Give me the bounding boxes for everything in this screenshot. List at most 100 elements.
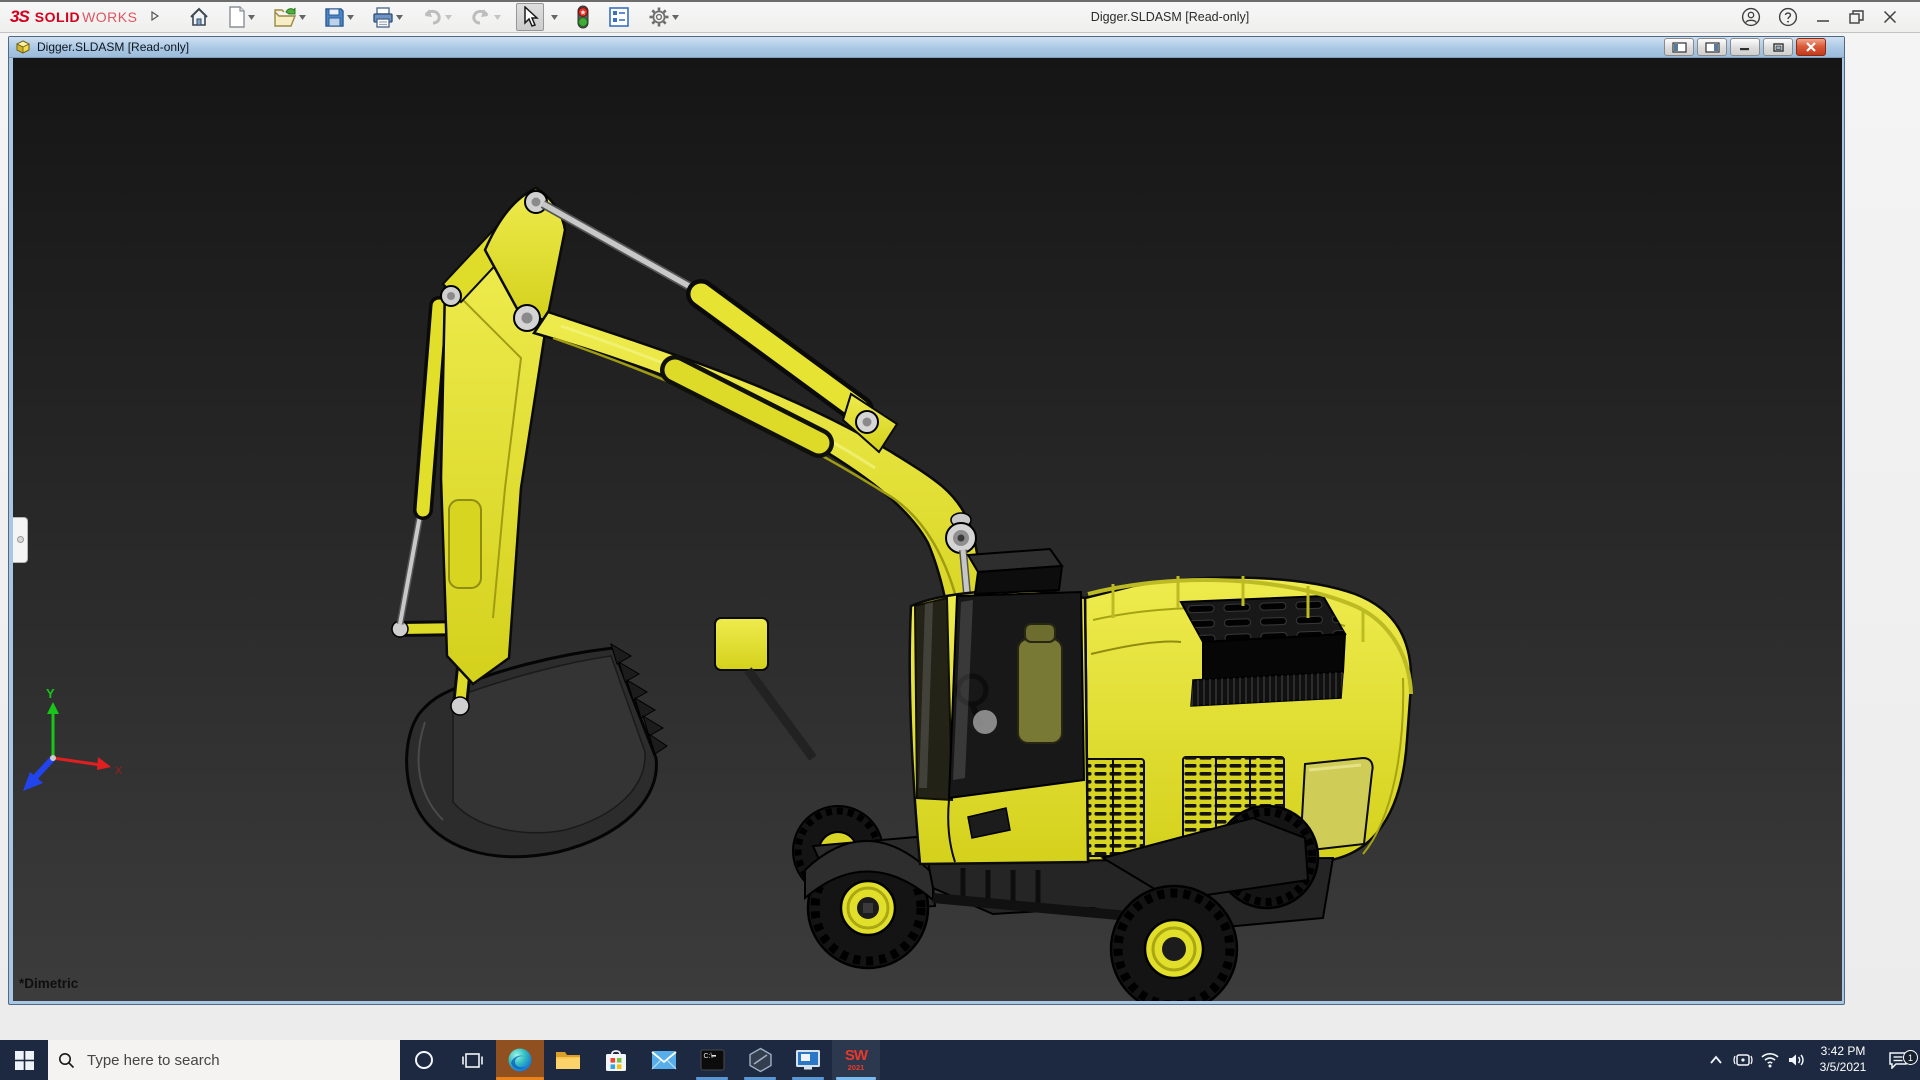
doc-close-button[interactable] bbox=[1796, 38, 1826, 56]
tray-volume-button[interactable] bbox=[1783, 1052, 1810, 1068]
print-icon bbox=[373, 6, 394, 28]
user-account-icon[interactable] bbox=[1741, 7, 1761, 27]
taskbar-app-solidworks[interactable]: SW 2021 bbox=[832, 1040, 880, 1080]
file-explorer-icon bbox=[556, 1052, 580, 1069]
operator-seat bbox=[1017, 638, 1063, 744]
print-button[interactable] bbox=[369, 3, 406, 31]
toolbar-flyout-arrow[interactable] bbox=[151, 10, 160, 24]
pane-right-button[interactable] bbox=[1697, 38, 1727, 56]
document-title: Digger.SLDASM [Read-only] bbox=[37, 40, 190, 54]
close-icon bbox=[1806, 42, 1816, 52]
view-orientation-label: *Dimetric bbox=[19, 976, 79, 991]
dropdown-arrow-icon bbox=[494, 14, 502, 20]
open-folder-icon bbox=[274, 7, 297, 27]
dropdown-arrow-icon bbox=[299, 14, 307, 20]
restore-icon bbox=[1772, 42, 1784, 52]
save-icon bbox=[325, 7, 345, 27]
system-tray: 3:42 PM 3/5/2021 1 bbox=[1702, 1040, 1920, 1080]
close-icon[interactable] bbox=[1882, 9, 1898, 25]
save-button[interactable] bbox=[321, 3, 357, 31]
excavator-model: Y X *Dimetric bbox=[19, 186, 1413, 1001]
help-icon[interactable] bbox=[1778, 7, 1798, 27]
search-input[interactable] bbox=[85, 1050, 390, 1070]
roof-box bbox=[966, 547, 1064, 596]
app-title: Digger.SLDASM [Read-only] bbox=[1090, 10, 1250, 24]
app-titlebar: 3S SOLID WORKS Digger.SLDASM [Read-only] bbox=[0, 0, 1920, 33]
redo-icon bbox=[472, 9, 489, 25]
doc-restore-button[interactable] bbox=[1763, 38, 1793, 56]
cmd-prompt-text: C:\ bbox=[703, 1053, 712, 1060]
solidworks-taskbar-icon: SW 2021 bbox=[844, 1047, 868, 1073]
volume-icon bbox=[1788, 1054, 1804, 1066]
dropdown-arrow-icon bbox=[396, 14, 404, 20]
mail-icon bbox=[651, 1051, 677, 1070]
chevron-up-icon bbox=[1709, 1055, 1722, 1064]
workspace: Digger.SLDASM [Read-only] Y X *Dimetric bbox=[0, 33, 1920, 1040]
dropdown-arrow-icon bbox=[347, 14, 355, 20]
viewport-3d[interactable]: Y X *Dimetric bbox=[13, 58, 1842, 1001]
tray-meet-now-button[interactable] bbox=[1729, 1052, 1756, 1068]
assembly-document-icon bbox=[16, 39, 30, 54]
tray-clock[interactable]: 3:42 PM 3/5/2021 bbox=[1810, 1044, 1876, 1075]
action-center-button[interactable]: 1 bbox=[1876, 1050, 1920, 1069]
document-window: Digger.SLDASM [Read-only] Y X *Dimetric bbox=[8, 36, 1845, 1005]
document-titlebar[interactable]: Digger.SLDASM [Read-only] bbox=[9, 37, 1844, 58]
bucket-cylinder bbox=[396, 296, 449, 625]
notification-badge: 1 bbox=[1903, 1050, 1918, 1065]
logo-3s-glyph: 3S bbox=[10, 7, 30, 26]
new-document-icon bbox=[229, 6, 246, 28]
start-button[interactable] bbox=[0, 1040, 48, 1080]
bucket bbox=[405, 642, 668, 859]
select-dropdown[interactable] bbox=[546, 3, 561, 31]
open-button[interactable] bbox=[270, 3, 309, 31]
file-properties-icon bbox=[609, 7, 630, 27]
taskbar-app-remote-desktop[interactable] bbox=[784, 1040, 832, 1080]
taskbar-app-mail[interactable] bbox=[640, 1040, 688, 1080]
options-gear-icon bbox=[649, 7, 669, 27]
restore-down-icon[interactable] bbox=[1848, 9, 1865, 25]
meet-now-icon bbox=[1732, 1054, 1753, 1066]
select-button[interactable] bbox=[516, 3, 545, 31]
remote-desktop-icon bbox=[796, 1050, 820, 1070]
tray-time: 3:42 PM bbox=[1820, 1044, 1866, 1059]
undo-button[interactable] bbox=[418, 3, 455, 31]
hexagon-app-icon bbox=[748, 1047, 772, 1073]
undo-icon bbox=[425, 9, 442, 25]
feature-panel-collapsed-tab[interactable] bbox=[13, 517, 28, 563]
taskbar-app-command-prompt[interactable]: C:\ bbox=[688, 1040, 736, 1080]
chevron-right-icon bbox=[151, 10, 160, 21]
select-cursor-icon bbox=[524, 6, 540, 27]
rebuild-traffic-light-icon bbox=[577, 5, 589, 29]
taskbar-search[interactable] bbox=[48, 1040, 400, 1080]
taskbar-app-hexagon-tool[interactable] bbox=[736, 1040, 784, 1080]
taskbar-app-file-explorer[interactable] bbox=[544, 1040, 592, 1080]
doc-minimize-button[interactable] bbox=[1730, 38, 1760, 56]
task-view-button[interactable] bbox=[448, 1040, 496, 1080]
rebuild-button[interactable] bbox=[573, 3, 593, 31]
wifi-icon bbox=[1760, 1053, 1779, 1068]
minimize-icon[interactable] bbox=[1815, 9, 1831, 25]
engine-block bbox=[1179, 594, 1347, 707]
orientation-triad: Y X bbox=[23, 686, 123, 791]
cortana-button[interactable] bbox=[400, 1040, 448, 1080]
taskbar-app-store[interactable] bbox=[592, 1040, 640, 1080]
screen: 3S SOLID WORKS Digger.SLDASM [Read-only]… bbox=[0, 0, 1920, 1080]
windows-start-icon bbox=[14, 1050, 34, 1070]
pane-left-button[interactable] bbox=[1664, 38, 1694, 56]
options-button[interactable] bbox=[645, 3, 682, 31]
tray-wifi-button[interactable] bbox=[1756, 1052, 1783, 1068]
wheel-front-right bbox=[1109, 884, 1239, 1001]
dropdown-arrow-icon bbox=[445, 14, 453, 20]
home-button[interactable] bbox=[185, 3, 213, 31]
dropdown-arrow-icon bbox=[248, 14, 256, 20]
tray-chevron-button[interactable] bbox=[1702, 1055, 1729, 1065]
taskbar-app-edge[interactable] bbox=[496, 1040, 544, 1080]
file-properties-button[interactable] bbox=[605, 3, 633, 31]
panel-tab-dot-icon bbox=[17, 536, 24, 543]
document-window-controls bbox=[1664, 38, 1838, 56]
new-document-button[interactable] bbox=[225, 3, 258, 31]
task-view-icon bbox=[461, 1052, 483, 1068]
dropdown-arrow-icon bbox=[551, 14, 559, 20]
triad-x-label: X bbox=[115, 765, 123, 777]
redo-button[interactable] bbox=[467, 3, 504, 31]
